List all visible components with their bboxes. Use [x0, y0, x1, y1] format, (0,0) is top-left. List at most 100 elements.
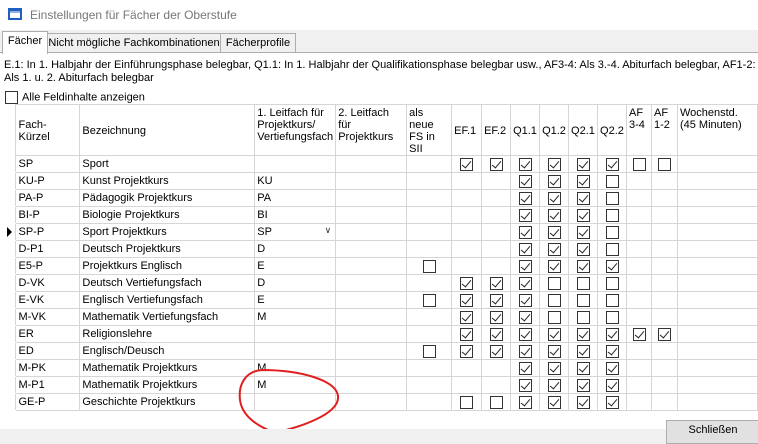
checkbox[interactable] — [547, 259, 561, 273]
cell-fach-kuerzel[interactable]: E5-P — [15, 257, 81, 275]
cell-leitfach-1[interactable]: BI — [254, 206, 337, 224]
cell-wochenstd[interactable] — [676, 308, 758, 326]
cell-leitfach-2[interactable] — [335, 359, 408, 377]
cell-fach-kuerzel[interactable]: D-VK — [15, 274, 81, 292]
cell-q21[interactable] — [568, 240, 599, 258]
checkbox[interactable] — [576, 310, 590, 324]
cell-q12[interactable] — [539, 342, 570, 360]
cell-leitfach-2[interactable] — [335, 155, 408, 173]
cell-ef1[interactable] — [451, 206, 483, 224]
checkbox[interactable] — [547, 225, 561, 239]
cell-q11[interactable] — [510, 240, 541, 258]
cell-af34[interactable] — [626, 223, 652, 241]
checkbox[interactable] — [657, 157, 671, 171]
cell-q11[interactable] — [510, 189, 541, 207]
cell-q11[interactable] — [510, 206, 541, 224]
checkbox[interactable] — [605, 310, 619, 324]
checkbox[interactable] — [576, 395, 590, 409]
checkbox[interactable] — [518, 293, 532, 307]
checkbox[interactable] — [576, 191, 590, 205]
checkbox[interactable] — [518, 208, 532, 222]
cell-leitfach-1[interactable]: E — [254, 291, 337, 309]
cell-leitfach-2[interactable] — [335, 223, 408, 241]
checkbox[interactable] — [547, 344, 561, 358]
cell-leitfach-2[interactable] — [335, 393, 408, 411]
cell-bezeichnung[interactable]: Englisch/Deusch — [79, 342, 256, 360]
cell-ef1[interactable] — [451, 189, 483, 207]
cell-q12[interactable] — [539, 376, 570, 394]
cell-q22[interactable] — [597, 155, 628, 173]
checkbox[interactable] — [518, 225, 532, 239]
cell-ef2[interactable] — [481, 240, 512, 258]
cell-af12[interactable] — [650, 325, 678, 343]
cell-ef1[interactable] — [451, 376, 483, 394]
checkbox[interactable] — [547, 276, 561, 290]
cell-ef1[interactable] — [451, 393, 483, 411]
checkbox[interactable] — [547, 242, 561, 256]
checkbox[interactable] — [518, 327, 532, 341]
cell-wochenstd[interactable] — [676, 257, 758, 275]
col-header-q22[interactable]: Q2.2 — [597, 104, 628, 156]
col-header-bezeichnung[interactable]: Bezeichnung — [79, 104, 256, 156]
checkbox[interactable] — [547, 310, 561, 324]
cell-wochenstd[interactable] — [676, 291, 758, 309]
checkbox[interactable] — [576, 344, 590, 358]
cell-wochenstd[interactable] — [676, 325, 758, 343]
cell-wochenstd[interactable] — [676, 155, 758, 173]
cell-neue-fs[interactable] — [406, 240, 453, 258]
checkbox[interactable] — [547, 378, 561, 392]
cell-ef1[interactable] — [451, 342, 483, 360]
cell-q21[interactable] — [568, 189, 599, 207]
cell-af12[interactable] — [650, 240, 678, 258]
cell-wochenstd[interactable] — [676, 393, 758, 411]
cell-neue-fs[interactable] — [406, 342, 453, 360]
cell-ef1[interactable] — [451, 359, 483, 377]
checkbox[interactable] — [422, 259, 436, 273]
checkbox[interactable] — [422, 344, 436, 358]
cell-fach-kuerzel[interactable]: M-VK — [15, 308, 81, 326]
checkbox[interactable] — [460, 157, 474, 171]
checkbox[interactable] — [518, 344, 532, 358]
cell-ef2[interactable] — [481, 223, 512, 241]
cell-af34[interactable] — [626, 206, 652, 224]
col-header-ef1[interactable]: EF.1 — [451, 104, 483, 156]
cell-neue-fs[interactable] — [406, 359, 453, 377]
cell-q12[interactable] — [539, 274, 570, 292]
cell-ef1[interactable] — [451, 172, 483, 190]
cell-fach-kuerzel[interactable]: E-VK — [15, 291, 81, 309]
cell-neue-fs[interactable] — [406, 291, 453, 309]
table-row[interactable]: ED Englisch/Deusch — [4, 342, 758, 360]
cell-af12[interactable] — [650, 172, 678, 190]
table-row[interactable]: KU-P Kunst Projektkurs KU — [4, 172, 758, 190]
cell-bezeichnung[interactable]: Deutsch Projektkurs — [79, 240, 256, 258]
table-row[interactable]: M-P1 Mathematik Projektkurs M — [4, 376, 758, 394]
checkbox[interactable] — [518, 259, 532, 273]
checkbox[interactable] — [605, 293, 619, 307]
cell-wochenstd[interactable] — [676, 240, 758, 258]
cell-q21[interactable] — [568, 155, 599, 173]
cell-q22[interactable] — [597, 308, 628, 326]
checkbox[interactable] — [460, 327, 474, 341]
cell-q11[interactable] — [510, 291, 541, 309]
checkbox[interactable] — [547, 395, 561, 409]
cell-leitfach-2[interactable] — [335, 206, 408, 224]
cell-ef1[interactable] — [451, 325, 483, 343]
table-row[interactable]: D-P1 Deutsch Projektkurs D — [4, 240, 758, 258]
cell-af34[interactable] — [626, 172, 652, 190]
cell-ef2[interactable] — [481, 359, 512, 377]
col-header-neue-fs[interactable]: als neue FS in SII — [406, 104, 453, 156]
col-header-af34[interactable]: AF 3-4 — [626, 104, 652, 156]
cell-af34[interactable] — [626, 325, 652, 343]
cell-af12[interactable] — [650, 393, 678, 411]
cell-q21[interactable] — [568, 325, 599, 343]
table-row[interactable]: GE-P Geschichte Projektkurs — [4, 393, 758, 411]
cell-ef2[interactable] — [481, 291, 512, 309]
col-header-q21[interactable]: Q2.1 — [568, 104, 599, 156]
cell-q12[interactable] — [539, 223, 570, 241]
cell-bezeichnung[interactable]: Biologie Projektkurs — [79, 206, 256, 224]
cell-neue-fs[interactable] — [406, 189, 453, 207]
cell-leitfach-1[interactable]: D — [254, 274, 337, 292]
cell-q21[interactable] — [568, 257, 599, 275]
checkbox[interactable] — [547, 208, 561, 222]
close-button[interactable]: Schließen — [666, 420, 758, 444]
